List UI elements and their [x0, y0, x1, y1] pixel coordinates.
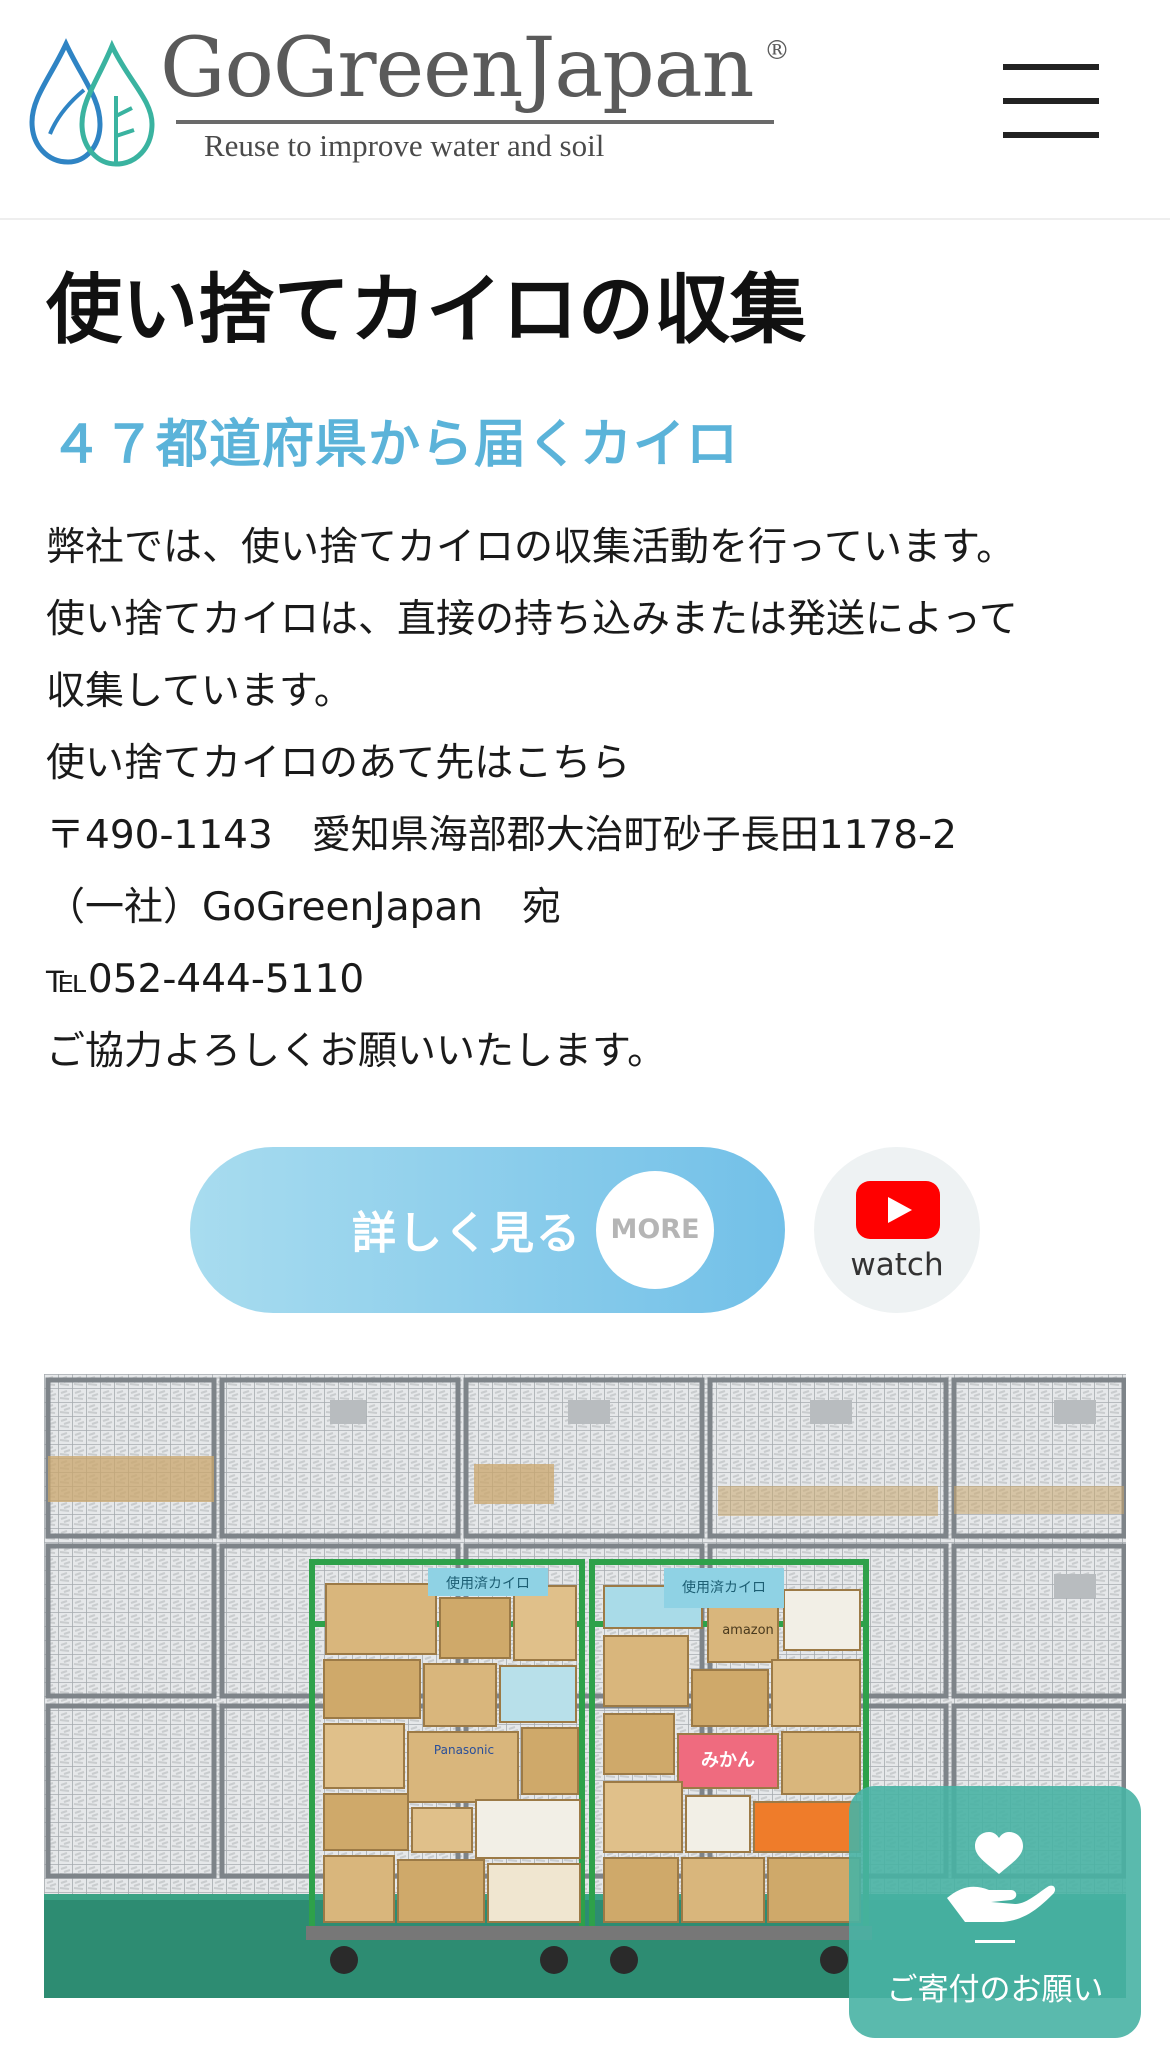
- box-print-amazon: amazon: [722, 1623, 774, 1638]
- page-title: 使い捨てカイロの収集: [46, 265, 806, 354]
- logo-tagline: Reuse to improve water and soil: [204, 128, 605, 163]
- section-subtitle: ４７都道府県から届くカイロ: [50, 415, 740, 475]
- body-paragraph: ご協力よろしくお願いいたします。: [46, 1029, 667, 1074]
- logo-underline: [176, 120, 774, 124]
- site-logo[interactable]: GoGreenJapan ® Reuse to improve water an…: [28, 28, 828, 174]
- body-text: 弊社では、使い捨てカイロの収集活動を行っています。 使い捨てカイロは、直接の持ち…: [46, 512, 1136, 1088]
- body-paragraph: 使い捨てカイロのあて先はこちら: [46, 741, 631, 786]
- logo-wordmark: GoGreenJapan: [160, 21, 754, 116]
- watch-label: watch: [850, 1247, 944, 1283]
- cart-sign-label: 使用済カイロ: [446, 1575, 530, 1592]
- hamburger-bar: [1003, 64, 1099, 70]
- donation-divider: [975, 1940, 1015, 1943]
- water-drop-logo-icon: [29, 38, 155, 167]
- site-header: GoGreenJapan ® Reuse to improve water an…: [0, 0, 1170, 220]
- body-paragraph: 弊社では、使い捨てカイロの収集活動を行っています。: [46, 525, 1016, 570]
- hamburger-menu-button[interactable]: [1003, 64, 1099, 138]
- hamburger-bar: [1003, 98, 1099, 104]
- body-paragraph: 使い捨てカイロは、直接の持ち込みまたは発送によって: [46, 597, 1018, 642]
- more-badge: MORE: [596, 1171, 714, 1289]
- postal-address: 〒490-1143 愛知県海部郡大治町砂子長田1178-2: [46, 813, 957, 858]
- play-icon: [888, 1197, 912, 1223]
- heart-hand-icon: [947, 1832, 1056, 1922]
- recipient-name: （一社）GoGreenJapan 宛: [46, 885, 561, 930]
- donation-label: ご寄付のお願い: [886, 1972, 1104, 2008]
- more-details-label: 詳しく見る: [352, 1208, 582, 1259]
- phone-number[interactable]: ℡052-444-5110: [46, 944, 1136, 1016]
- donation-request-button[interactable]: ご寄付のお願い: [849, 1786, 1141, 2038]
- youtube-icon: [856, 1181, 940, 1239]
- watch-video-button[interactable]: watch: [814, 1147, 980, 1313]
- box-print-panasonic: Panasonic: [434, 1743, 494, 1757]
- body-paragraph: 収集しています。: [46, 669, 353, 714]
- registered-mark: ®: [764, 36, 790, 66]
- hamburger-bar: [1003, 132, 1099, 138]
- more-details-button[interactable]: 詳しく見る MORE: [190, 1147, 785, 1313]
- box-print-mikan: みかん: [701, 1750, 755, 1771]
- cart-sign-label: 使用済カイロ: [682, 1579, 766, 1596]
